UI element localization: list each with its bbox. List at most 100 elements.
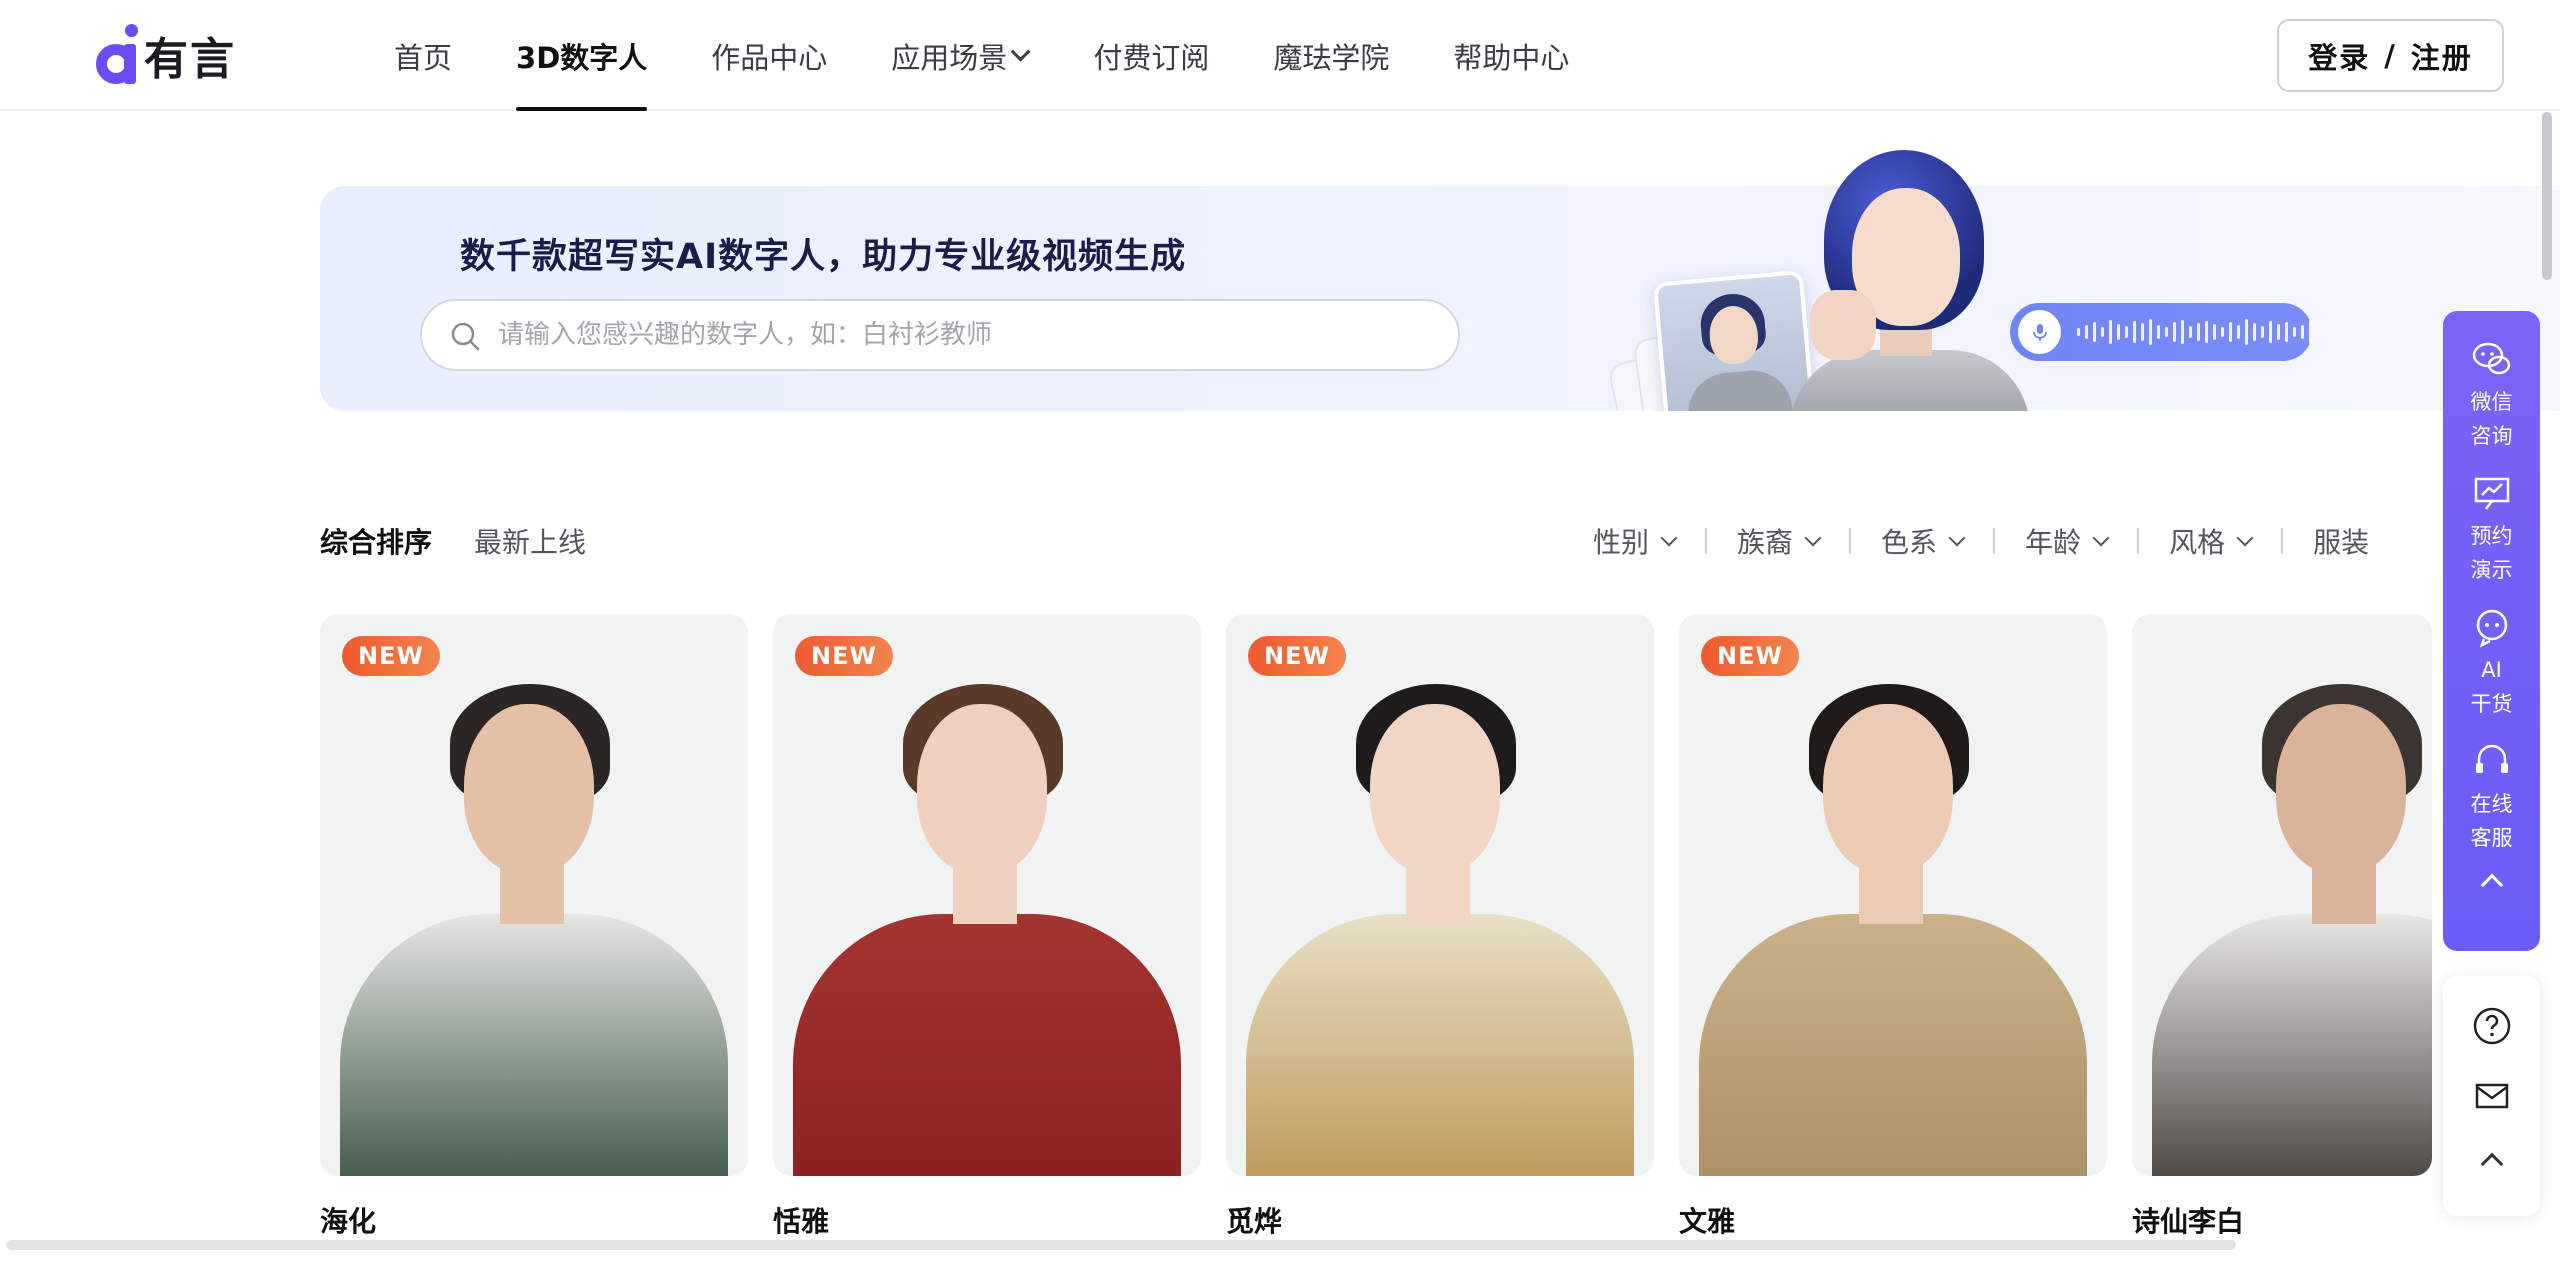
ai-bot-icon [2476, 609, 2507, 648]
login-separator: / [2384, 38, 2397, 73]
nav-label: 应用场景 [891, 40, 1008, 75]
waveform-bar [2253, 323, 2256, 341]
voice-waveform-pill [2010, 303, 2312, 361]
top-header: 有言 首页 3D数字人 作品中心 应用场景 付费订阅 魔珐学院 帮助中心 登录 … [0, 0, 2560, 111]
waveform-bar [2101, 327, 2104, 337]
presentation-icon [2474, 477, 2509, 510]
avatar-portrait-image [2132, 614, 2432, 1176]
nav-label: 作品中心 [711, 40, 828, 75]
main-nav: 首页 3D数字人 作品中心 应用场景 付费订阅 魔珐学院 帮助中心 [394, 0, 1633, 111]
filter-ethnicity[interactable]: 族裔 [1737, 521, 1822, 561]
logo-mark-icon [94, 22, 140, 88]
login-register-button[interactable]: 登录 / 注册 [2277, 19, 2504, 92]
collapse-up-icon[interactable] [2480, 873, 2503, 897]
chevron-down-icon [1010, 41, 1031, 62]
brand-logo[interactable]: 有言 [94, 22, 236, 88]
waveform-bar [2229, 322, 2232, 342]
avatar-portrait-image [1226, 614, 1654, 1176]
chevron-down-icon [2092, 529, 2110, 547]
waveform-bar [2309, 320, 2312, 344]
avatar-name[interactable]: 文雅 [1679, 1200, 1735, 1240]
waveform-bar [2213, 324, 2216, 340]
new-badge: NEW [1248, 636, 1346, 676]
nav-item-home[interactable]: 首页 [394, 0, 452, 111]
avatar-name[interactable]: 觅烨 [1226, 1200, 1282, 1240]
avatar-card[interactable]: NEW [320, 614, 748, 1176]
search-input[interactable] [498, 301, 1398, 369]
filter-divider [1849, 528, 1852, 554]
filter-divider [1993, 528, 1996, 554]
avatar-portrait-image [320, 614, 748, 1176]
headset-icon [2475, 744, 2508, 773]
waveform-bar [2165, 327, 2168, 337]
waveform-bar [2269, 321, 2272, 343]
avatar-name[interactable]: 诗仙李白 [2132, 1200, 2244, 1240]
waveform-bar [2117, 324, 2120, 340]
waveform-bar [2109, 320, 2112, 344]
nav-item-academy[interactable]: 魔珐学院 [1273, 0, 1389, 111]
waveform-bar [2221, 327, 2224, 337]
back-to-top-icon[interactable] [2480, 1152, 2503, 1176]
avatar-card[interactable] [2132, 614, 2432, 1176]
nav-item-help[interactable]: 帮助中心 [1453, 0, 1569, 111]
brand-name: 有言 [144, 34, 236, 85]
new-badge: NEW [795, 636, 893, 676]
banner-title: 数千款超写实AI数字人，助力专业级视频生成 [460, 237, 1187, 277]
waveform-bar [2077, 328, 2080, 336]
filter-label: 年龄 [2025, 526, 2082, 559]
float-label: 演示 [2470, 558, 2513, 582]
wechat-chat-icon [2472, 342, 2510, 375]
filter-age[interactable]: 年龄 [2025, 521, 2110, 561]
chevron-down-icon [1660, 529, 1678, 547]
filter-gender[interactable]: 性别 [1593, 521, 1678, 561]
sort-option-comprehensive[interactable]: 综合排序 [320, 521, 432, 561]
banner-avatar-image [1780, 140, 2060, 411]
waveform-bar [2157, 325, 2160, 339]
login-label: 登录 [2308, 40, 2371, 75]
waveform-bar [2149, 319, 2152, 345]
contact-float-bar: 微信 咨询 预约 演示 AI 干货 在线 客服 [2443, 311, 2540, 951]
nav-label: 帮助中心 [1453, 40, 1570, 75]
online-support-button[interactable]: 在线 客服 [2470, 739, 2514, 855]
horizontal-scrollbar[interactable] [6, 1240, 2236, 1250]
new-badge: NEW [342, 636, 440, 676]
search-box[interactable] [420, 299, 1460, 371]
nav-label: 付费订阅 [1093, 40, 1210, 75]
waveform-bar [2181, 320, 2184, 344]
wechat-consult-button[interactable]: 微信 咨询 [2470, 337, 2514, 453]
nav-label: 首页 [394, 40, 453, 75]
avatar-card[interactable]: NEW [773, 614, 1201, 1176]
banner-illustration [1600, 140, 2320, 411]
float-label: 微信 [2470, 390, 2513, 414]
vertical-scrollbar[interactable] [2542, 112, 2552, 280]
avatar-card[interactable]: NEW [1226, 614, 1654, 1176]
mail-icon[interactable] [2472, 1076, 2512, 1116]
chevron-down-icon [1948, 529, 1966, 547]
microphone-icon [2018, 310, 2061, 354]
nav-item-subscription[interactable]: 付费订阅 [1093, 0, 1209, 111]
nav-item-scenarios[interactable]: 应用场景 [891, 0, 1031, 111]
book-demo-button[interactable]: 预约 演示 [2470, 471, 2514, 587]
filter-color[interactable]: 色系 [1881, 521, 1966, 561]
waveform-bar [2189, 326, 2192, 338]
filter-label: 族裔 [1737, 526, 1794, 559]
avatar-name[interactable]: 恬雅 [773, 1200, 829, 1240]
waveform-bar [2197, 323, 2200, 341]
waveform-bar [2093, 322, 2096, 342]
float-label: 客服 [2470, 826, 2513, 850]
nav-item-works[interactable]: 作品中心 [711, 0, 827, 111]
filter-label: 风格 [2169, 526, 2226, 559]
waveform-bar [2245, 319, 2248, 345]
nav-item-3d-digital-human[interactable]: 3D数字人 [516, 0, 648, 111]
filter-clothing[interactable]: 服装 [2313, 521, 2369, 561]
filter-style[interactable]: 风格 [2169, 521, 2254, 561]
search-icon [451, 322, 480, 351]
avatar-name[interactable]: 海化 [320, 1200, 376, 1240]
ai-insights-button[interactable]: AI 干货 [2470, 605, 2514, 721]
filter-label: 服装 [2313, 526, 2370, 559]
sort-tabs: 综合排序 最新上线 [320, 521, 586, 561]
sort-option-newest[interactable]: 最新上线 [474, 521, 586, 561]
nav-label: 魔珐学院 [1273, 40, 1390, 75]
avatar-card[interactable]: NEW [1679, 614, 2107, 1176]
help-circle-icon[interactable] [2472, 1006, 2512, 1046]
